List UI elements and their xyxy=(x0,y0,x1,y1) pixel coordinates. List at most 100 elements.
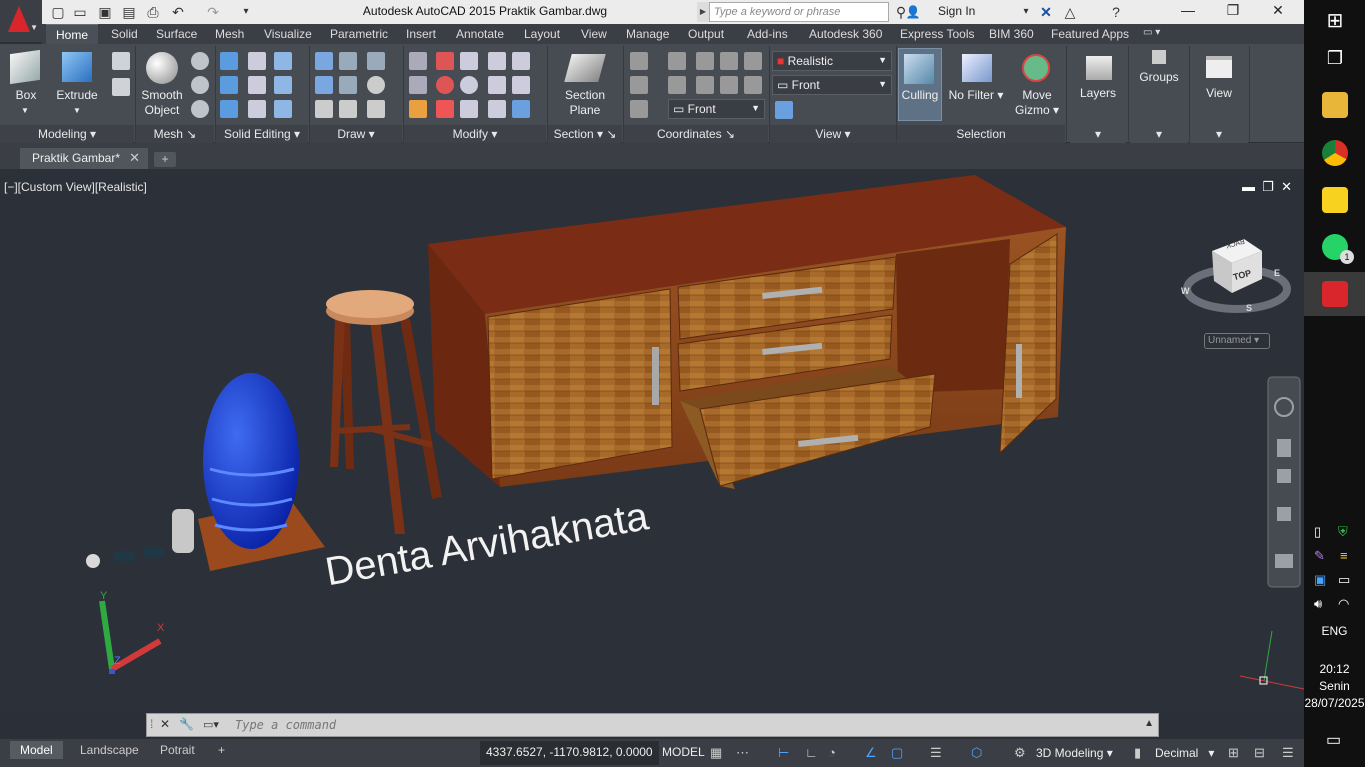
snap-icon[interactable]: ⋯ xyxy=(736,745,749,761)
mesh-refine-icon[interactable] xyxy=(191,100,209,118)
sticky-notes-icon[interactable] xyxy=(1322,187,1348,213)
language-indicator[interactable]: ENG xyxy=(1304,624,1365,638)
polysolid-icon[interactable] xyxy=(112,78,130,96)
panel-view[interactable]: View ▾ xyxy=(770,125,896,143)
grip-icon[interactable]: ⁞ xyxy=(150,717,153,731)
ucs-front-dropdown[interactable]: ▭ Front ▼ xyxy=(668,99,765,119)
panel-mesh[interactable]: Mesh ↘ xyxy=(136,125,214,143)
search-input[interactable]: Type a keyword or phrase xyxy=(709,2,889,22)
redo-icon[interactable]: ↷ xyxy=(205,4,221,20)
gear-icon[interactable]: ⚙ xyxy=(1014,745,1026,761)
view-expand-icon[interactable]: ▾ xyxy=(1190,125,1248,143)
tab-bim-360[interactable]: BIM 360 xyxy=(989,27,1034,41)
ucs-view-icon[interactable] xyxy=(744,52,762,70)
viewport-config-icon[interactable] xyxy=(775,101,793,119)
fillet-icon[interactable] xyxy=(512,76,530,94)
tab-surface[interactable]: Surface xyxy=(156,27,197,41)
ribbon-minimize-icon[interactable]: ▭ ▾ xyxy=(1143,27,1160,38)
ucs-z-axis-icon[interactable] xyxy=(696,76,714,94)
units-dropdown[interactable]: Decimal ▾ xyxy=(1155,746,1214,760)
close-icon[interactable]: ✕ xyxy=(1263,2,1293,19)
ucs-object-icon[interactable] xyxy=(744,76,762,94)
selection-cycling-icon[interactable]: ⬡ xyxy=(971,745,982,761)
explode-icon[interactable] xyxy=(488,100,506,118)
notes-tray-icon[interactable]: ≡ xyxy=(1340,548,1348,563)
view-front-dropdown[interactable]: ▭ Front ▼ xyxy=(772,75,892,95)
wrench-icon[interactable]: 🔧 xyxy=(179,717,194,731)
rotate-icon[interactable] xyxy=(460,76,478,94)
ucs-named-icon[interactable] xyxy=(630,100,648,118)
tab-output[interactable]: Output xyxy=(688,27,724,41)
windows-start-icon[interactable]: ⊞ xyxy=(1322,8,1348,34)
trim-icon[interactable] xyxy=(409,52,427,70)
extrude-button[interactable]: Extrude xyxy=(52,88,102,103)
copy-icon[interactable] xyxy=(488,52,506,70)
restore-icon[interactable]: ❐ xyxy=(1262,179,1274,194)
box-icon[interactable] xyxy=(10,49,40,85)
array-icon[interactable] xyxy=(512,100,530,118)
file-explorer-icon[interactable] xyxy=(1322,92,1348,118)
move-gizmo-icon[interactable] xyxy=(1022,54,1050,82)
navigation-bar[interactable] xyxy=(1267,376,1301,588)
ucs-y-icon[interactable] xyxy=(668,76,686,94)
presspull-icon[interactable] xyxy=(112,52,130,70)
drawing-viewport[interactable]: [−][Custom View][Realistic] ▬ ❐ ✕ TOP BA… xyxy=(0,169,1304,711)
mesh-smooth-more-icon[interactable] xyxy=(191,52,209,70)
layers-icon[interactable] xyxy=(1086,56,1112,80)
command-history-icon[interactable]: ▲ xyxy=(1144,718,1154,729)
new-file-icon[interactable]: ▢ xyxy=(50,4,66,20)
thicken-icon[interactable] xyxy=(274,100,292,118)
exchange-apps-icon[interactable]: ✕ xyxy=(1038,4,1054,20)
offset-icon[interactable] xyxy=(512,52,530,70)
customization-menu-icon[interactable]: ☰ xyxy=(1282,745,1294,761)
smooth-object-button[interactable]: Smooth Object xyxy=(136,88,188,118)
object-snap-icon[interactable]: ▢ xyxy=(891,745,903,761)
mesh-smooth-less-icon[interactable] xyxy=(191,76,209,94)
fillet-edge-icon[interactable] xyxy=(248,52,266,70)
close-icon[interactable]: ✕ xyxy=(160,717,170,731)
layout-tab-landscape[interactable]: Landscape xyxy=(70,741,149,759)
separate-icon[interactable] xyxy=(274,76,292,94)
sign-in-dropdown-icon[interactable]: ▾ xyxy=(1018,4,1034,20)
tab-add-ins[interactable]: Add-ins xyxy=(747,27,788,41)
add-layout-icon[interactable]: + xyxy=(208,741,235,759)
ucs-x-icon[interactable] xyxy=(696,52,714,70)
close-icon[interactable]: ✕ xyxy=(129,150,140,166)
union-icon[interactable] xyxy=(220,52,238,70)
tab-manage[interactable]: Manage xyxy=(626,27,669,41)
slice-icon[interactable] xyxy=(248,100,266,118)
undo-icon[interactable]: ↶ xyxy=(170,4,186,20)
save-as-icon[interactable]: ▤ xyxy=(121,4,137,20)
new-tab-button[interactable]: + xyxy=(154,152,176,167)
tab-layout[interactable]: Layout xyxy=(524,27,560,41)
tab-express-tools[interactable]: Express Tools xyxy=(900,27,974,41)
layers-button[interactable]: Layers xyxy=(1070,86,1126,101)
layout-tab-potrait[interactable]: Potrait xyxy=(150,741,205,759)
grid-icon[interactable]: ▦ xyxy=(710,745,722,761)
polyline-icon[interactable] xyxy=(315,52,333,70)
a360-icon[interactable]: △ xyxy=(1062,4,1078,20)
extract-edges-icon[interactable] xyxy=(248,76,266,94)
smooth-object-icon[interactable] xyxy=(146,52,178,84)
maximize-icon[interactable]: ❐ xyxy=(1218,2,1248,19)
section-plane-icon[interactable] xyxy=(564,54,606,82)
open-file-icon[interactable]: ▭ xyxy=(72,4,88,20)
compass-s-label[interactable]: S xyxy=(1246,303,1252,313)
infer-constraints-icon[interactable]: ⊢ xyxy=(778,745,789,761)
ucs-origin-icon[interactable] xyxy=(720,52,738,70)
panel-modify[interactable]: Modify ▾ xyxy=(404,125,546,143)
wifi-icon[interactable]: ◠ xyxy=(1338,596,1349,612)
save-icon[interactable]: ▣ xyxy=(97,4,113,20)
visual-style-dropdown[interactable]: ■ Realistic ▼ xyxy=(772,51,892,71)
arc-icon[interactable] xyxy=(367,52,385,70)
tab-insert[interactable]: Insert xyxy=(406,27,436,41)
extrude-faces-icon[interactable] xyxy=(274,52,292,70)
ucs-icon[interactable] xyxy=(630,52,648,70)
tab-view[interactable]: View xyxy=(581,27,607,41)
subtract-icon[interactable] xyxy=(220,76,238,94)
move-icon[interactable] xyxy=(460,52,478,70)
groups-icon[interactable] xyxy=(1152,50,1166,64)
no-filter-button[interactable]: No Filter ▾ xyxy=(946,88,1006,103)
tab-annotate[interactable]: Annotate xyxy=(456,27,504,41)
line-icon[interactable] xyxy=(339,76,357,94)
